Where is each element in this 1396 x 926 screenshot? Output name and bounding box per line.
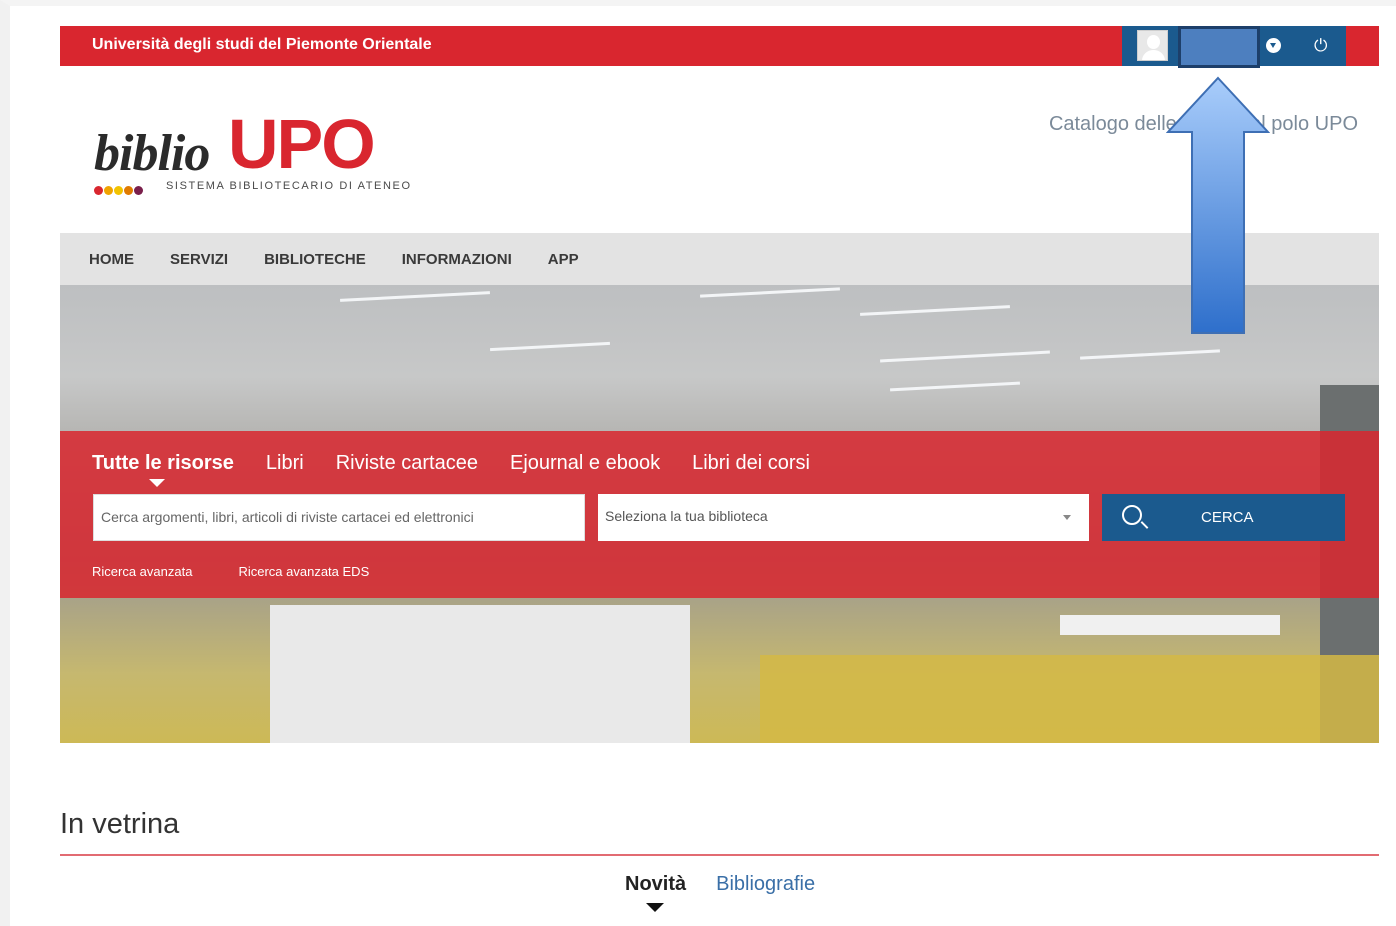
logo-dot — [124, 186, 133, 195]
avatar[interactable] — [1137, 30, 1168, 61]
logo-dot — [94, 186, 103, 195]
library-select[interactable]: Seleziona la tua biblioteca — [598, 494, 1089, 541]
avatar-head-icon — [1147, 35, 1160, 49]
logo-biblio-text: biblio — [94, 125, 210, 182]
advanced-search-link[interactable]: Ricerca avanzata — [92, 564, 192, 579]
user-name-field[interactable] — [1178, 26, 1260, 68]
nav-item-app[interactable]: APP — [548, 233, 579, 286]
vetrina-tabs: Novità Bibliografie — [625, 873, 815, 912]
chevron-down-icon — [1063, 515, 1071, 520]
nav-item-informazioni[interactable]: INFORMAZIONI — [402, 233, 512, 286]
university-name[interactable]: Università degli studi del Piemonte Orie… — [92, 36, 432, 54]
search-button-label: CERCA — [1201, 509, 1254, 526]
logo-tagline: SISTEMA BIBLIOTECARIO DI ATENEO — [166, 180, 412, 192]
chevron-down-icon[interactable] — [1266, 38, 1281, 53]
user-panel: ⏻ — [1122, 26, 1346, 68]
advanced-search-eds-link[interactable]: Ricerca avanzata EDS — [238, 564, 369, 579]
tab-novita[interactable]: Novità — [625, 873, 686, 912]
study-table — [1060, 615, 1280, 635]
ceiling-light — [340, 291, 490, 302]
tab-ejournal-ebook[interactable]: Ejournal e ebook — [510, 452, 660, 475]
advanced-search-links: Ricerca avanzata Ricerca avanzata EDS — [92, 564, 415, 579]
search-panel: Tutte le risorse Libri Riviste cartacee … — [60, 431, 1379, 598]
power-icon[interactable]: ⏻ — [1314, 36, 1327, 56]
tab-riviste-cartacee[interactable]: Riviste cartacee — [336, 452, 478, 475]
annotation-up-arrow-icon — [1166, 76, 1270, 334]
library-select-label: Seleziona la tua biblioteca — [605, 508, 768, 524]
section-divider — [60, 854, 1379, 856]
search-button[interactable]: CERCA — [1102, 494, 1345, 541]
logo-dots — [94, 182, 144, 200]
ceiling-light — [700, 287, 840, 298]
nav-item-home[interactable]: HOME — [89, 233, 134, 286]
ceiling-light — [490, 341, 610, 352]
ceiling-light — [880, 350, 1050, 363]
search-icon — [1122, 505, 1142, 525]
ceiling-light — [890, 381, 1020, 392]
front-desk — [270, 605, 690, 743]
logo-dot — [104, 186, 113, 195]
ceiling-light — [860, 305, 1010, 316]
search-input[interactable]: Cerca argomenti, libri, articoli di rivi… — [93, 494, 585, 541]
biblioupo-logo[interactable]: biblio UPO SISTEMA BIBLIOTECARIO DI ATEN… — [94, 105, 414, 200]
university-bar: Università degli studi del Piemonte Orie… — [60, 26, 1379, 68]
nav-item-servizi[interactable]: SERVIZI — [170, 233, 228, 286]
search-tabs: Tutte le risorse Libri Riviste cartacee … — [92, 452, 842, 487]
logo-dot — [114, 186, 123, 195]
nav-item-biblioteche[interactable]: BIBLIOTECHE — [264, 233, 366, 286]
tab-libri[interactable]: Libri — [266, 452, 304, 475]
logo-dot — [134, 186, 143, 195]
tab-bibliografie[interactable]: Bibliografie — [716, 873, 815, 896]
logo-upo-text: UPO — [228, 105, 376, 183]
section-title: In vetrina — [60, 808, 180, 840]
floor — [760, 655, 1379, 743]
tab-tutte-le-risorse[interactable]: Tutte le risorse — [92, 452, 234, 487]
ceiling-light — [1080, 349, 1220, 360]
avatar-body-icon — [1142, 50, 1165, 60]
tab-libri-dei-corsi[interactable]: Libri dei corsi — [692, 452, 810, 475]
